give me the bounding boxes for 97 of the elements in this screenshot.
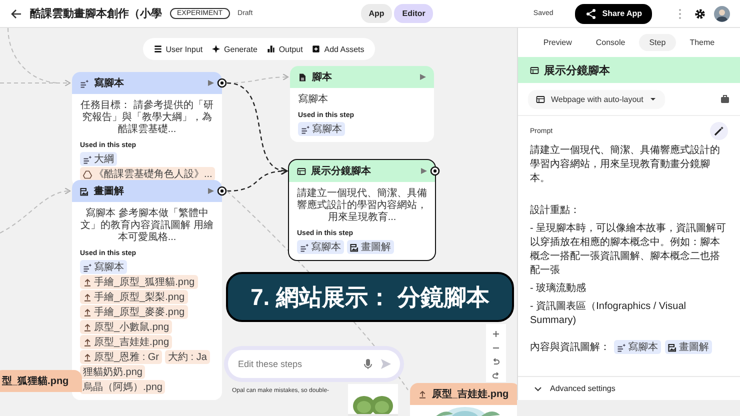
image-icon bbox=[350, 242, 359, 252]
input-chip: 畫圖解 bbox=[665, 340, 712, 354]
undo-icon bbox=[492, 358, 500, 366]
upload-icon bbox=[83, 308, 92, 316]
sparkle-lines-icon bbox=[301, 124, 310, 134]
node-title: 型_狐狸貓.png bbox=[2, 374, 69, 388]
port-icon[interactable] bbox=[217, 186, 227, 196]
upload-icon bbox=[83, 338, 92, 346]
drive-icon bbox=[83, 170, 92, 178]
input-chip: 烏晶（阿媽）.png bbox=[80, 380, 166, 394]
window-icon bbox=[536, 94, 545, 104]
caret-icon bbox=[649, 95, 658, 103]
magic-wand-icon bbox=[714, 126, 724, 136]
panel-tab[interactable]: Preview bbox=[533, 34, 582, 51]
avatar[interactable] bbox=[714, 6, 730, 22]
prompt-text[interactable]: - 資訊圖表區（Infographics / Visual Summary) bbox=[530, 300, 728, 328]
port-icon[interactable] bbox=[430, 166, 440, 176]
share-icon bbox=[585, 8, 598, 20]
port-icon[interactable] bbox=[217, 78, 227, 88]
microphone-icon[interactable] bbox=[362, 358, 374, 370]
prompt-text[interactable]: 設計重點： bbox=[530, 204, 728, 218]
image-icon bbox=[80, 186, 89, 196]
node-title: 寫腳本 bbox=[94, 76, 124, 90]
panel-tab[interactable]: Theme bbox=[680, 34, 725, 51]
magic-wand-button[interactable] bbox=[710, 122, 728, 140]
asset-node[interactable]: 型_狐狸貓.png bbox=[0, 370, 82, 392]
input-chip: 畫圖解 bbox=[347, 240, 394, 254]
share-button[interactable]: Share App bbox=[575, 4, 652, 24]
settings-icon[interactable] bbox=[694, 8, 706, 20]
upload-icon bbox=[83, 278, 92, 286]
node-title: 畫圖解 bbox=[94, 184, 124, 198]
format-dropdown[interactable]: Webpage with auto-layout bbox=[528, 90, 666, 108]
step-title: 展示分鏡腳本 bbox=[544, 64, 610, 78]
chevron-down-icon bbox=[534, 384, 542, 392]
node-title: 腳本 bbox=[312, 70, 332, 84]
input-chip: 《酷課雲基礎角色人設》... bbox=[80, 167, 216, 181]
document-icon bbox=[298, 72, 307, 82]
toolbar-button[interactable]: User Input bbox=[152, 42, 205, 56]
sparkle-icon bbox=[212, 45, 220, 53]
sparkle-lines-icon bbox=[83, 262, 92, 272]
input-chip: 寫腳本 bbox=[297, 240, 344, 254]
bar-chart-icon bbox=[266, 45, 275, 53]
input-chip: 手繪_原型_麥麥.png bbox=[80, 305, 188, 319]
mode-tab[interactable]: App bbox=[360, 4, 392, 23]
sparkle-lines-icon bbox=[617, 342, 626, 352]
caption-banner: 7. 網站展示： 分鏡腳本 bbox=[226, 272, 514, 322]
upload-icon bbox=[418, 390, 427, 398]
input-chip: 寫腳本 bbox=[298, 122, 345, 136]
sparkle-lines-icon bbox=[80, 78, 89, 88]
input-chip: 狸貓奶奶.png bbox=[80, 365, 146, 379]
upload-icon bbox=[83, 352, 92, 362]
composer-bar[interactable]: Edit these steps bbox=[228, 350, 400, 378]
redo-icon bbox=[492, 372, 500, 380]
input-chip: 原型_恩雅 : Gr bbox=[80, 350, 162, 364]
node-title: 展示分鏡腳本 bbox=[311, 164, 371, 178]
input-chip: 大約 : Ja bbox=[165, 350, 210, 364]
sparkle-lines-icon bbox=[83, 154, 92, 164]
prompt-text[interactable]: - 玻璃流動感 bbox=[530, 282, 728, 296]
upload-icon bbox=[83, 292, 92, 302]
sparkle-lines-icon bbox=[300, 242, 309, 252]
toolbar-button[interactable]: Add Assets bbox=[310, 42, 366, 56]
edit-steps-field[interactable]: Edit these steps bbox=[236, 358, 356, 370]
step-description: 寫腳本 參考腳本做「繁體中文」的教育內容資訊圖解 用繪本可愛風格... bbox=[80, 208, 214, 244]
node-title: 原型_吉娃娃.png bbox=[432, 388, 509, 401]
input-chip: 寫腳本 bbox=[80, 260, 127, 274]
play-icon[interactable] bbox=[420, 74, 426, 80]
play-icon[interactable] bbox=[421, 168, 427, 174]
window-icon bbox=[530, 66, 539, 74]
input-chip: 大綱 bbox=[80, 152, 117, 166]
prompt-text[interactable]: - 呈現腳本時，可以像繪本故事，資訊圖解可以穿插放在相應的腳本概念中。例如：腳本概念一搭配一張資訊圖解、腳本概念二也搭配一張 bbox=[530, 222, 728, 278]
plus-icon bbox=[492, 330, 500, 338]
asset-node[interactable]: 原型_吉娃娃.png bbox=[410, 383, 517, 416]
toolbar-button[interactable]: Output bbox=[264, 42, 305, 56]
input-chip: 手繪_原型_梨梨.png bbox=[80, 290, 188, 304]
input-chip: 寫腳本 bbox=[614, 340, 661, 354]
mode-tab[interactable]: Editor bbox=[394, 4, 434, 23]
input-chip: 原型_吉娃娃.png bbox=[80, 335, 172, 349]
add-box-icon bbox=[312, 45, 320, 53]
upload-icon bbox=[83, 322, 92, 332]
input-chip: 原型_小數鼠.png bbox=[80, 320, 172, 334]
image-icon bbox=[668, 342, 677, 352]
step-description: 任務目標： 請參考提供的「研究報告」與「教學大綱」，為酷課雲基礎... bbox=[80, 100, 214, 136]
project-title: 酷課雲動畫腳本創作（小學 bbox=[30, 6, 162, 21]
input-chip: 手繪_原型_狐狸貓.png bbox=[80, 275, 198, 289]
panel-tab[interactable]: Console bbox=[586, 34, 636, 51]
play-icon[interactable] bbox=[208, 80, 214, 86]
toolbar-button[interactable]: Generate bbox=[210, 42, 260, 56]
inputs-label: 內容與資訊圖解： bbox=[530, 340, 610, 354]
step-description: 請建立一個現代、簡潔、具備響應式設計的學習內容網站，用來呈現教育... bbox=[297, 188, 427, 224]
window-icon bbox=[297, 166, 306, 176]
panel-tab[interactable]: Step bbox=[639, 34, 676, 51]
list-icon bbox=[154, 45, 162, 53]
step-description: 寫腳本 bbox=[298, 94, 329, 106]
back-arrow-icon[interactable] bbox=[10, 8, 22, 20]
prompt-text[interactable]: 請建立一個現代、簡潔、具備響應式設計的學習內容網站，用來呈現教育動畫分鏡腳本。 bbox=[530, 144, 728, 186]
connector-line bbox=[0, 188, 70, 234]
briefcase-icon[interactable] bbox=[720, 94, 730, 104]
